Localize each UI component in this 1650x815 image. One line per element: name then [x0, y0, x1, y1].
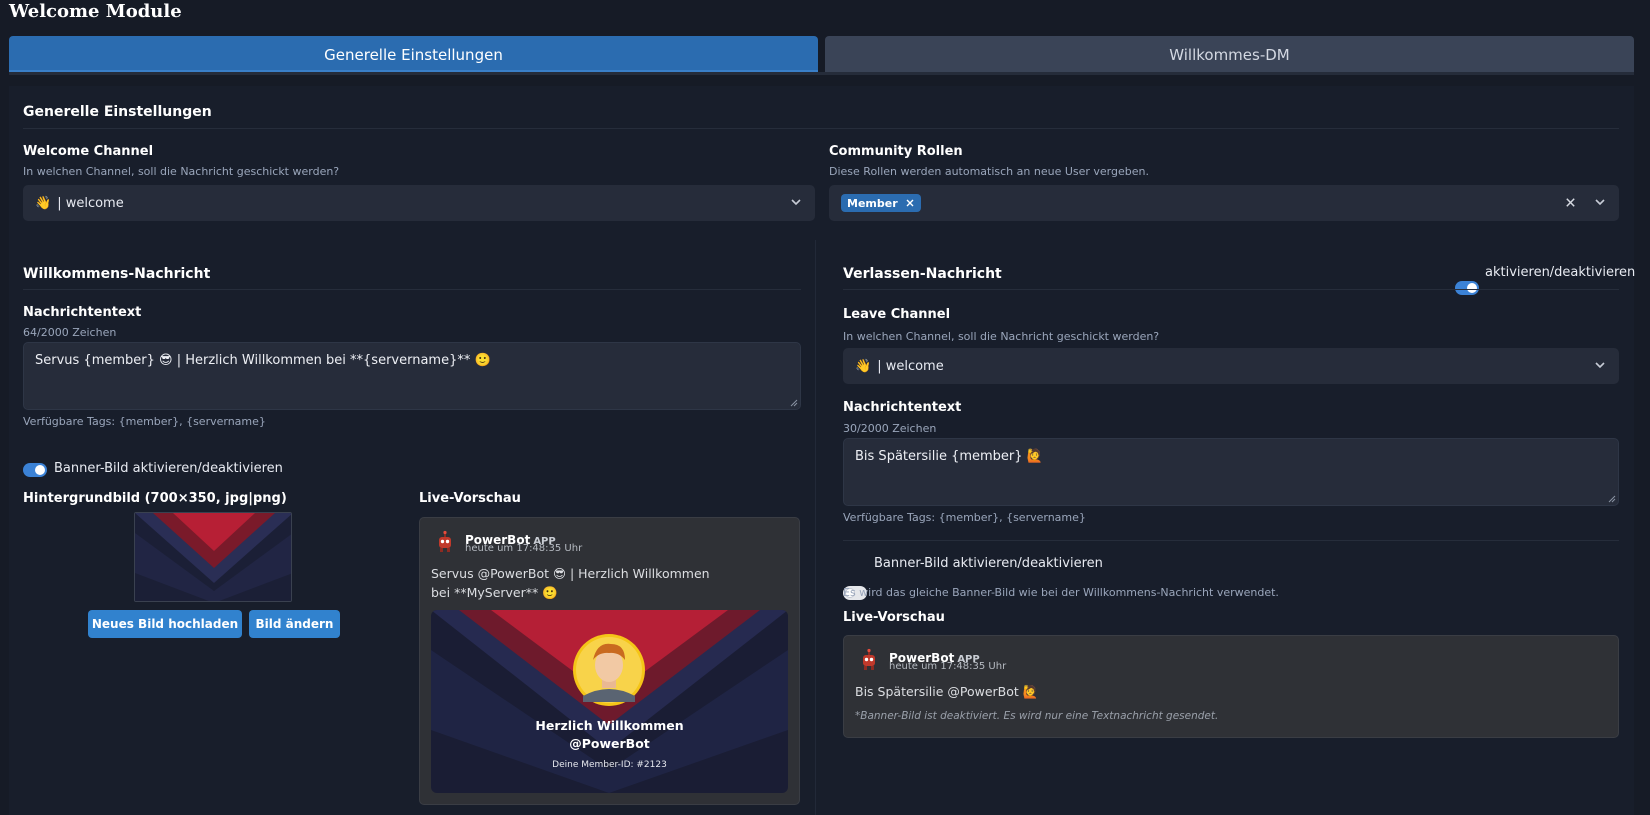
leave-message-textarea[interactable]: Bis Spätersilie {member} 🙋 [843, 438, 1619, 506]
background-image-thumbnail [134, 512, 292, 602]
leave-preview-note: *Banner-Bild ist deaktiviert. Es wird nu… [855, 710, 1219, 722]
welcome-divider [23, 289, 801, 290]
role-chip-member: Member [841, 194, 921, 212]
leave-live-preview: PowerBot APP heute um 17:48:35 Uhr Bis Sp… [843, 635, 1619, 738]
welcome-channel-description: In welchen Channel, soll die Nachricht g… [23, 165, 340, 178]
welcome-char-count: 64/2000 Zeichen [23, 326, 117, 339]
banner-thumbnail-art [135, 513, 291, 601]
leave-live-preview-label: Live-Vorschau [843, 610, 945, 625]
leave-char-count: 30/2000 Zeichen [843, 422, 937, 435]
leave-divider [843, 289, 1619, 290]
welcome-channel-value: | welcome [57, 195, 124, 211]
page-title: Welcome Module [9, 1, 182, 22]
welcome-live-preview-label: Live-Vorschau [419, 491, 521, 506]
community-roles-select[interactable]: Member [829, 185, 1619, 221]
toggle-knob [35, 465, 45, 475]
clear-icon[interactable] [1564, 196, 1577, 209]
welcome-channel-label: Welcome Channel [23, 144, 154, 159]
welcome-banner-toggle-label: Banner-Bild aktivieren/deaktivieren [54, 461, 283, 476]
welcome-live-preview: PowerBot APP heute um 17:48:35 Uhr Servus… [419, 517, 800, 805]
wave-emoji: 👋 [855, 358, 872, 374]
role-chip-label: Member [847, 196, 898, 210]
bot-timestamp: heute um 17:48:35 Uhr [465, 543, 583, 554]
remove-chip-icon[interactable] [905, 198, 915, 208]
toggle-knob [1467, 283, 1477, 293]
welcome-message-heading: Willkommens-Nachricht [23, 266, 211, 282]
change-image-button[interactable]: Bild ändern [249, 610, 340, 638]
banner-username: @PowerBot [569, 736, 650, 751]
welcome-banner-card: Herzlich Willkommen @PowerBot Deine Memb… [431, 610, 788, 793]
tab-generelle-einstellungen[interactable]: Generelle Einstellungen [9, 36, 818, 73]
leave-message-text-label: Nachrichtentext [843, 400, 962, 415]
bot-avatar-icon [439, 530, 451, 552]
resize-handle-icon[interactable] [790, 399, 798, 407]
leave-enable-toggle-label: aktivieren/deaktivieren [1485, 265, 1636, 280]
upload-new-image-button[interactable]: Neues Bild hochladen [88, 610, 242, 638]
welcome-preview-message: Servus @PowerBot 😎 | Herzlich Willkommen… [431, 566, 710, 600]
leave-banner-note: Es wird das gleiche Banner-Bild wie bei … [843, 586, 1279, 599]
leave-banner-toggle-label: Banner-Bild aktivieren/deaktivieren [874, 556, 1103, 571]
general-settings-heading: Generelle Einstellungen [23, 104, 212, 120]
tab-underline [9, 72, 1634, 75]
leave-message-heading: Verlassen-Nachricht [843, 266, 1002, 282]
community-roles-description: Diese Rollen werden automatisch an neue … [829, 165, 1149, 178]
welcome-banner-toggle[interactable] [23, 463, 47, 477]
welcome-message-text-label: Nachrichtentext [23, 305, 142, 320]
bot-timestamp: heute um 17:48:35 Uhr [889, 661, 1007, 672]
chevron-down-icon[interactable] [789, 195, 803, 209]
column-separator [815, 240, 816, 815]
leave-channel-label: Leave Channel [843, 307, 951, 322]
bot-avatar-icon [863, 648, 875, 670]
leave-channel-description: In welchen Channel, soll die Nachricht g… [843, 330, 1160, 343]
banner-title: Herzlich Willkommen [535, 718, 684, 733]
wave-emoji: 👋 [35, 195, 52, 211]
chevron-down-icon[interactable] [1593, 195, 1607, 209]
chevron-down-icon[interactable] [1593, 358, 1607, 372]
leave-channel-value: | welcome [877, 358, 944, 374]
background-image-label: Hintergrundbild (700×350, jpg|png) [23, 491, 287, 506]
leave-preview-message: Bis Spätersilie @PowerBot 🙋 [855, 684, 1039, 699]
leave-channel-select[interactable]: 👋 | welcome [843, 348, 1619, 384]
general-divider [23, 128, 1619, 129]
tab-willkommes-dm[interactable]: Willkommes-DM [825, 36, 1634, 73]
welcome-message-textarea[interactable]: Servus {member} 😎 | Herzlich Willkommen … [23, 342, 801, 410]
leave-message-value: Bis Spätersilie {member} 🙋 [855, 449, 1043, 464]
community-roles-label: Community Rollen [829, 144, 963, 159]
leave-tags-hint: Verfügbare Tags: {member}, {servername} [843, 511, 1086, 524]
welcome-channel-select[interactable]: 👋 | welcome [23, 185, 815, 221]
welcome-tags-hint: Verfügbare Tags: {member}, {servername} [23, 415, 266, 428]
leave-enable-toggle[interactable] [1455, 281, 1479, 295]
banner-member-id: Deine Member-ID: #2123 [552, 760, 667, 770]
resize-handle-icon[interactable] [1608, 495, 1616, 503]
welcome-message-value: Servus {member} 😎 | Herzlich Willkommen … [35, 353, 491, 368]
leave-banner-divider [843, 540, 1619, 541]
